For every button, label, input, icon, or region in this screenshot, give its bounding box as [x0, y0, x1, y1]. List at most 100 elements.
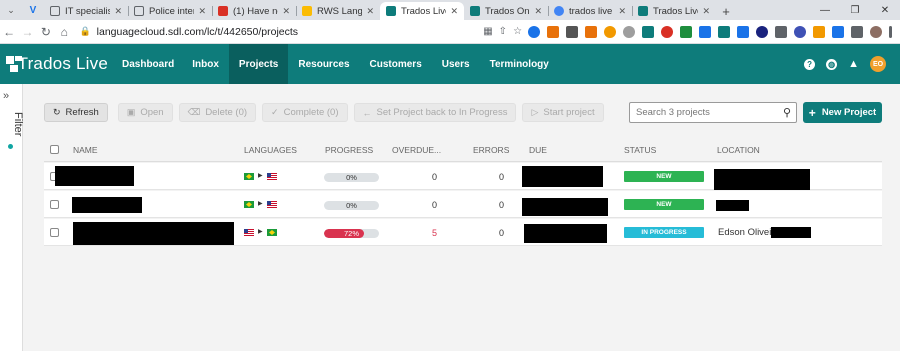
close-tab-icon[interactable]: ✕ — [198, 6, 206, 17]
extension-icon[interactable] — [566, 25, 579, 38]
source-language-flag-icon — [244, 229, 254, 236]
extension-icon[interactable] — [813, 25, 826, 38]
table-row[interactable]: ▶ 0% 0 0 NEW — [44, 163, 882, 190]
close-tab-icon[interactable]: ✕ — [702, 6, 710, 17]
table-row[interactable]: ▶ 0% 0 0 NEW — [44, 191, 882, 218]
delete-button[interactable]: ⌫ Delete (0) — [178, 103, 257, 122]
bell-icon[interactable]: ▲ — [848, 58, 859, 70]
bookmark-star-icon[interactable]: ☆ — [513, 26, 522, 37]
column-progress[interactable]: PROGRESS — [325, 145, 373, 155]
tab-favicon-icon — [386, 6, 396, 16]
avatar[interactable]: EO — [870, 56, 886, 72]
browser-tab[interactable]: (1) Have no ✕ — [212, 2, 296, 20]
tab-favicon-icon — [470, 6, 480, 16]
column-due[interactable]: DUE — [529, 145, 547, 155]
help-icon[interactable]: ? — [804, 58, 816, 70]
extension-icon[interactable] — [642, 25, 655, 38]
browser-tab[interactable]: Trados Onl ✕ — [464, 2, 548, 20]
home-icon[interactable]: ⌂ — [55, 25, 73, 39]
browser-tab[interactable]: IT specialist ✕ — [44, 2, 128, 20]
browser-tab[interactable]: Trados Live ✕ — [632, 2, 716, 20]
column-overdue[interactable]: OVERDUE... — [392, 145, 441, 155]
close-tab-icon[interactable]: ✕ — [114, 6, 122, 17]
browser-tab-strip: ⌄ V IT specialist✕ Police intern✕ (1) Ha… — [0, 0, 900, 20]
extension-icon[interactable] — [794, 25, 807, 38]
extension-icon[interactable] — [661, 25, 674, 38]
row-checkbox[interactable] — [50, 200, 59, 209]
minimize-icon[interactable]: — — [810, 0, 840, 20]
extension-icon[interactable] — [623, 25, 636, 38]
close-tab-icon[interactable]: ✕ — [450, 6, 458, 17]
browser-tab[interactable]: RWS Langu✕ — [296, 2, 380, 20]
share-icon[interactable]: ⇧ — [499, 26, 507, 37]
reload-icon[interactable]: ↻ — [37, 25, 55, 39]
search-input[interactable] — [636, 107, 776, 118]
row-checkbox[interactable] — [50, 228, 59, 237]
tab-search-icon[interactable]: ⌄ — [0, 0, 22, 20]
close-tab-icon[interactable]: ✕ — [534, 6, 542, 17]
new-project-button[interactable]: + New Project — [803, 102, 882, 123]
pinned-tab[interactable]: V — [22, 0, 44, 20]
select-all-checkbox[interactable] — [50, 145, 59, 154]
refresh-button[interactable]: ↻ Refresh — [44, 103, 108, 122]
nav-dashboard[interactable]: Dashboard — [110, 44, 182, 84]
complete-button[interactable]: ✓ Complete (0) — [262, 103, 348, 122]
extension-icon[interactable] — [528, 25, 541, 38]
extension-icon[interactable] — [737, 25, 750, 38]
forward-icon[interactable]: → — [18, 25, 36, 39]
overdue-count: 0 — [431, 200, 437, 210]
target-language-flag-icon — [267, 229, 277, 236]
nav-users[interactable]: Users — [432, 44, 480, 84]
search-icon[interactable]: ⚲ — [783, 106, 791, 119]
table-row[interactable]: ▶ 72% 5 0 IN PROGRESS Edson Oliveira — [44, 219, 882, 246]
set-back-in-progress-button[interactable]: ← Set Project back to In Progress — [353, 103, 517, 122]
column-location[interactable]: LOCATION — [717, 145, 760, 155]
start-project-button[interactable]: ▷ Start project — [522, 103, 604, 122]
browser-tab-active[interactable]: Trados Live ✕ — [380, 2, 464, 20]
app-logo[interactable]: Trados Live — [0, 54, 108, 74]
redacted-location — [716, 200, 749, 211]
column-languages[interactable]: LANGUAGES — [244, 145, 297, 155]
tab-favicon-icon — [50, 6, 60, 16]
extension-icon[interactable] — [756, 25, 769, 38]
extension-icon[interactable] — [585, 25, 598, 38]
menu-dots-icon[interactable] — [889, 25, 893, 38]
nav-inbox[interactable]: Inbox — [182, 44, 229, 84]
extension-icon[interactable] — [832, 25, 845, 38]
puzzle-icon[interactable] — [851, 25, 864, 38]
expand-chevron-icon[interactable]: » — [3, 90, 9, 102]
nav-resources[interactable]: Resources — [288, 44, 359, 84]
filter-panel[interactable]: » Filter — [0, 84, 24, 351]
lock-icon[interactable]: 🔒 — [79, 26, 90, 37]
new-tab-icon[interactable]: + — [716, 2, 736, 20]
extension-icon[interactable] — [775, 25, 788, 38]
close-tab-icon[interactable]: ✕ — [282, 6, 290, 17]
extension-icon[interactable] — [718, 25, 731, 38]
close-tab-icon[interactable]: ✕ — [366, 6, 374, 17]
translate-icon[interactable]: ▦ — [483, 26, 492, 37]
nav-customers[interactable]: Customers — [360, 44, 432, 84]
extension-icon[interactable] — [699, 25, 712, 38]
column-status[interactable]: STATUS — [624, 145, 656, 155]
nav-projects[interactable]: Projects — [228, 44, 289, 84]
browser-tab[interactable]: trados live ✕ — [548, 2, 632, 20]
filter-label[interactable]: Filter — [12, 112, 24, 136]
tab-favicon-icon — [302, 6, 312, 16]
close-window-icon[interactable]: ✕ — [870, 0, 900, 20]
close-tab-icon[interactable]: ✕ — [618, 6, 626, 17]
back-icon[interactable]: ← — [0, 25, 18, 39]
nav-terminology[interactable]: Terminology — [480, 44, 559, 84]
extension-icon[interactable] — [547, 25, 560, 38]
column-name[interactable]: NAME — [73, 145, 98, 155]
extension-icon[interactable] — [680, 25, 693, 38]
column-errors[interactable]: ERRORS — [473, 145, 509, 155]
url-input[interactable]: 🔒 languagecloud.sdl.com/lc/t/442650/proj… — [79, 23, 483, 41]
open-button[interactable]: ▣ Open — [117, 103, 173, 122]
errors-count: 0 — [498, 228, 504, 238]
extension-icon[interactable] — [604, 25, 617, 38]
globe-icon[interactable]: ◍ — [826, 58, 838, 70]
tab-favicon-icon — [638, 6, 648, 16]
profile-avatar-icon[interactable] — [870, 25, 883, 38]
restore-icon[interactable]: ❐ — [840, 0, 870, 20]
browser-tab[interactable]: Police intern✕ — [128, 2, 212, 20]
